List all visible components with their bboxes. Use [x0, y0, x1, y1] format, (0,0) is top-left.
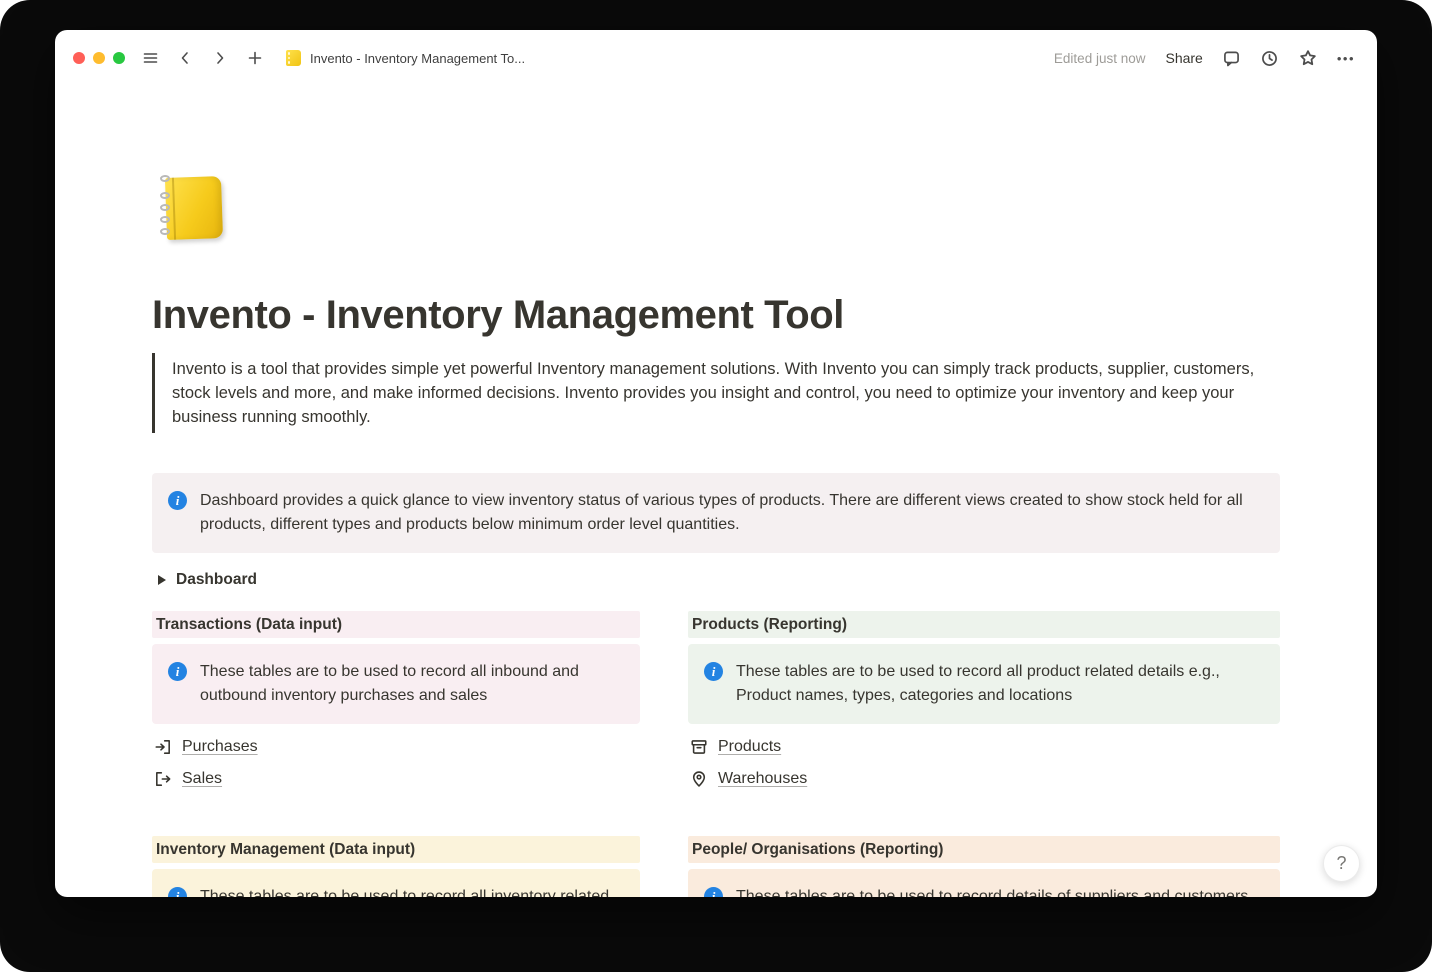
dashboard-toggle-label: Dashboard: [176, 571, 257, 589]
back-icon[interactable]: [176, 49, 194, 67]
people-callout: i These tables are to be used to record …: [688, 869, 1280, 897]
export-door-icon: [154, 770, 172, 788]
section-transactions: Transactions (Data input) i These tables…: [152, 611, 640, 798]
page-content: Invento - Inventory Management Tool Inve…: [152, 86, 1280, 897]
page-emoji-notebook-icon[interactable]: [154, 175, 230, 243]
section-heading-transactions: Transactions (Data input): [152, 611, 640, 638]
page-doc-icon: [286, 50, 301, 66]
comments-icon[interactable]: [1223, 49, 1241, 67]
help-button[interactable]: ?: [1323, 845, 1360, 882]
dashboard-toggle[interactable]: Dashboard: [152, 567, 1280, 593]
nav-controls: [141, 49, 264, 67]
share-button[interactable]: Share: [1165, 50, 1202, 66]
link-label[interactable]: Purchases: [182, 738, 258, 756]
more-options-icon[interactable]: •••: [1337, 52, 1355, 65]
link-label[interactable]: Sales: [182, 770, 222, 788]
products-callout-text: These tables are to be used to record al…: [736, 660, 1264, 708]
products-links: Products Warehouses: [688, 734, 1280, 792]
section-products: Products (Reporting) i These tables are …: [688, 611, 1280, 798]
inventory-callout: i These tables are to be used to record …: [152, 869, 640, 897]
link-warehouses[interactable]: Warehouses: [690, 766, 1280, 792]
columns-row-2: Inventory Management (Data input) i Thes…: [152, 836, 1280, 897]
edited-status: Edited just now: [1054, 51, 1146, 66]
transactions-callout: i These tables are to be used to record …: [152, 644, 640, 724]
favorite-star-icon[interactable]: [1299, 49, 1317, 67]
page-scroll-area: Invento - Inventory Management Tool Inve…: [55, 86, 1377, 897]
sidebar-menu-icon[interactable]: [141, 49, 159, 67]
link-sales[interactable]: Sales: [154, 766, 640, 792]
minimize-button[interactable]: [93, 52, 105, 64]
toggle-triangle-icon[interactable]: [158, 575, 166, 585]
link-label[interactable]: Warehouses: [718, 770, 807, 788]
link-label[interactable]: Products: [718, 738, 781, 756]
inventory-callout-text: These tables are to be used to record al…: [200, 885, 624, 897]
columns-row-1: Transactions (Data input) i These tables…: [152, 611, 1280, 798]
page-title: Invento - Inventory Management Tool: [152, 291, 1280, 339]
info-icon: i: [168, 887, 187, 897]
import-door-icon: [154, 738, 172, 756]
transactions-callout-text: These tables are to be used to record al…: [200, 660, 624, 708]
location-pin-icon: [690, 770, 708, 788]
section-heading-people: People/ Organisations (Reporting): [688, 836, 1280, 863]
transactions-links: Purchases Sales: [152, 734, 640, 792]
new-tab-icon[interactable]: [246, 49, 264, 67]
section-inventory-management: Inventory Management (Data input) i Thes…: [152, 836, 640, 897]
zoom-button[interactable]: [113, 52, 125, 64]
info-icon: i: [704, 887, 723, 897]
people-callout-text: These tables are to be used to record de…: [736, 885, 1248, 897]
dashboard-info-text: Dashboard provides a quick glance to vie…: [200, 489, 1264, 537]
section-people-organisations: People/ Organisations (Reporting) i Thes…: [688, 836, 1280, 897]
section-heading-products: Products (Reporting): [688, 611, 1280, 638]
link-purchases[interactable]: Purchases: [154, 734, 640, 760]
window-controls: [73, 52, 125, 64]
info-icon: i: [704, 662, 723, 681]
dashboard-info-callout: i Dashboard provides a quick glance to v…: [152, 473, 1280, 553]
window-title: Invento - Inventory Management To...: [310, 51, 525, 66]
section-heading-inventory: Inventory Management (Data input): [152, 836, 640, 863]
desktop-backdrop: Invento - Inventory Management To... Edi…: [0, 0, 1432, 972]
titlebar: Invento - Inventory Management To... Edi…: [55, 30, 1377, 86]
close-button[interactable]: [73, 52, 85, 64]
link-products[interactable]: Products: [690, 734, 1280, 760]
archive-box-icon: [690, 738, 708, 756]
titlebar-actions: Edited just now Share •••: [1054, 49, 1355, 67]
products-callout: i These tables are to be used to record …: [688, 644, 1280, 724]
intro-quote-block: Invento is a tool that provides simple y…: [152, 353, 1280, 433]
info-icon: i: [168, 491, 187, 510]
info-icon: i: [168, 662, 187, 681]
app-window: Invento - Inventory Management To... Edi…: [55, 30, 1377, 897]
history-clock-icon[interactable]: [1261, 49, 1279, 67]
forward-icon[interactable]: [211, 49, 229, 67]
